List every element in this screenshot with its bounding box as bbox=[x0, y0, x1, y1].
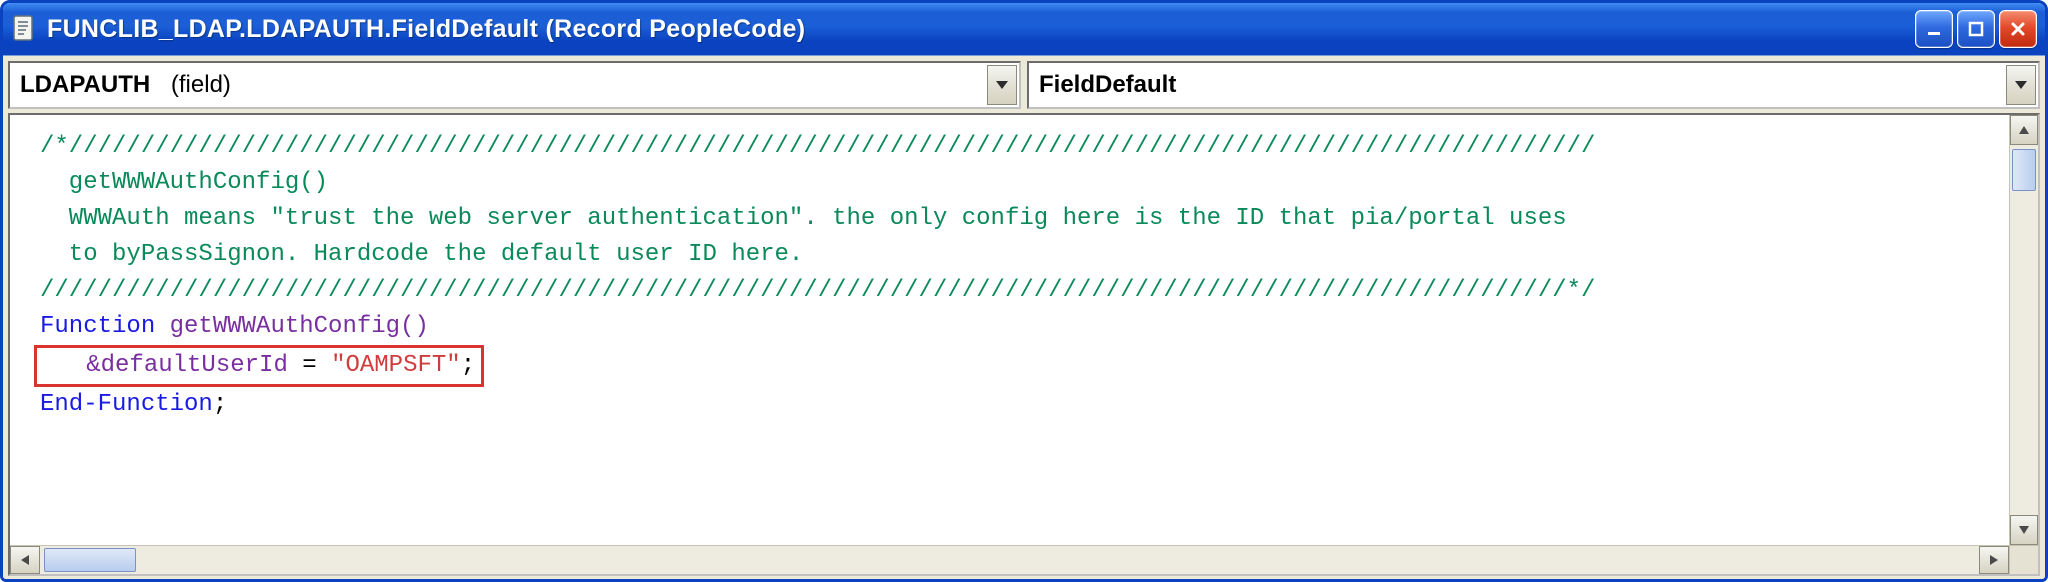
code-string: "OAMPSFT" bbox=[331, 352, 461, 379]
code-comment-close: ////////////////////////////////////////… bbox=[40, 277, 1595, 304]
window-title: FUNCLIB_LDAP.LDAPAUTH.FieldDefault (Reco… bbox=[47, 15, 805, 44]
horizontal-scrollbar[interactable] bbox=[10, 545, 2038, 574]
code-fn-name: getWWWAuthConfig() bbox=[155, 313, 429, 340]
field-dropdown[interactable]: LDAPAUTH (field) bbox=[8, 61, 1021, 109]
vertical-scroll-thumb[interactable] bbox=[2012, 149, 2036, 191]
vertical-scrollbar[interactable] bbox=[2009, 115, 2038, 545]
close-button[interactable] bbox=[1999, 10, 2037, 48]
scroll-corner bbox=[2009, 546, 2038, 574]
field-dropdown-main: LDAPAUTH bbox=[20, 71, 150, 98]
field-dropdown-sub: (field) bbox=[171, 71, 231, 98]
code-assign-ident: &defaultUserId bbox=[43, 352, 288, 379]
horizontal-scroll-thumb[interactable] bbox=[44, 548, 136, 572]
code-end-semi: ; bbox=[213, 391, 227, 418]
minimize-button[interactable] bbox=[1915, 10, 1953, 48]
code-eq: = bbox=[288, 352, 331, 379]
scroll-left-button[interactable] bbox=[10, 546, 40, 574]
peoplecode-window: FUNCLIB_LDAP.LDAPAUTH.FieldDefault (Reco… bbox=[0, 0, 2048, 582]
code-text[interactable]: /*//////////////////////////////////////… bbox=[10, 115, 2038, 431]
client-area: LDAPAUTH (field) FieldDefault /*////////… bbox=[3, 55, 2045, 579]
scroll-down-button[interactable] bbox=[2010, 515, 2038, 545]
field-dropdown-value: LDAPAUTH (field) bbox=[20, 71, 231, 99]
code-editor: /*//////////////////////////////////////… bbox=[8, 113, 2040, 576]
event-dropdown[interactable]: FieldDefault bbox=[1027, 61, 2040, 109]
event-dropdown-value: FieldDefault bbox=[1039, 71, 1176, 99]
app-icon bbox=[11, 13, 37, 45]
window-controls bbox=[1915, 10, 2037, 48]
vertical-scroll-track[interactable] bbox=[2010, 145, 2038, 515]
code-body[interactable]: /*//////////////////////////////////////… bbox=[10, 115, 2038, 545]
code-comment-l3: to byPassSignon. Hardcode the default us… bbox=[40, 241, 803, 268]
highlighted-line: &defaultUserId = "OAMPSFT"; bbox=[34, 345, 484, 387]
field-dropdown-button[interactable] bbox=[987, 65, 1017, 105]
dropdown-row: LDAPAUTH (field) FieldDefault bbox=[8, 61, 2040, 109]
code-comment-l2: WWWAuth means "trust the web server auth… bbox=[40, 205, 1567, 232]
code-comment-l1: getWWWAuthConfig() bbox=[40, 169, 328, 196]
scroll-up-button[interactable] bbox=[2010, 115, 2038, 145]
code-comment-open: /*//////////////////////////////////////… bbox=[40, 133, 1595, 160]
code-semi: ; bbox=[461, 352, 475, 379]
code-kw-endfn: End-Function bbox=[40, 391, 213, 418]
scroll-right-button[interactable] bbox=[1979, 546, 2009, 574]
event-dropdown-button[interactable] bbox=[2006, 65, 2036, 105]
titlebar[interactable]: FUNCLIB_LDAP.LDAPAUTH.FieldDefault (Reco… bbox=[3, 3, 2045, 55]
code-kw-function: Function bbox=[40, 313, 155, 340]
maximize-button[interactable] bbox=[1957, 10, 1995, 48]
horizontal-scroll-track[interactable] bbox=[40, 546, 1979, 574]
